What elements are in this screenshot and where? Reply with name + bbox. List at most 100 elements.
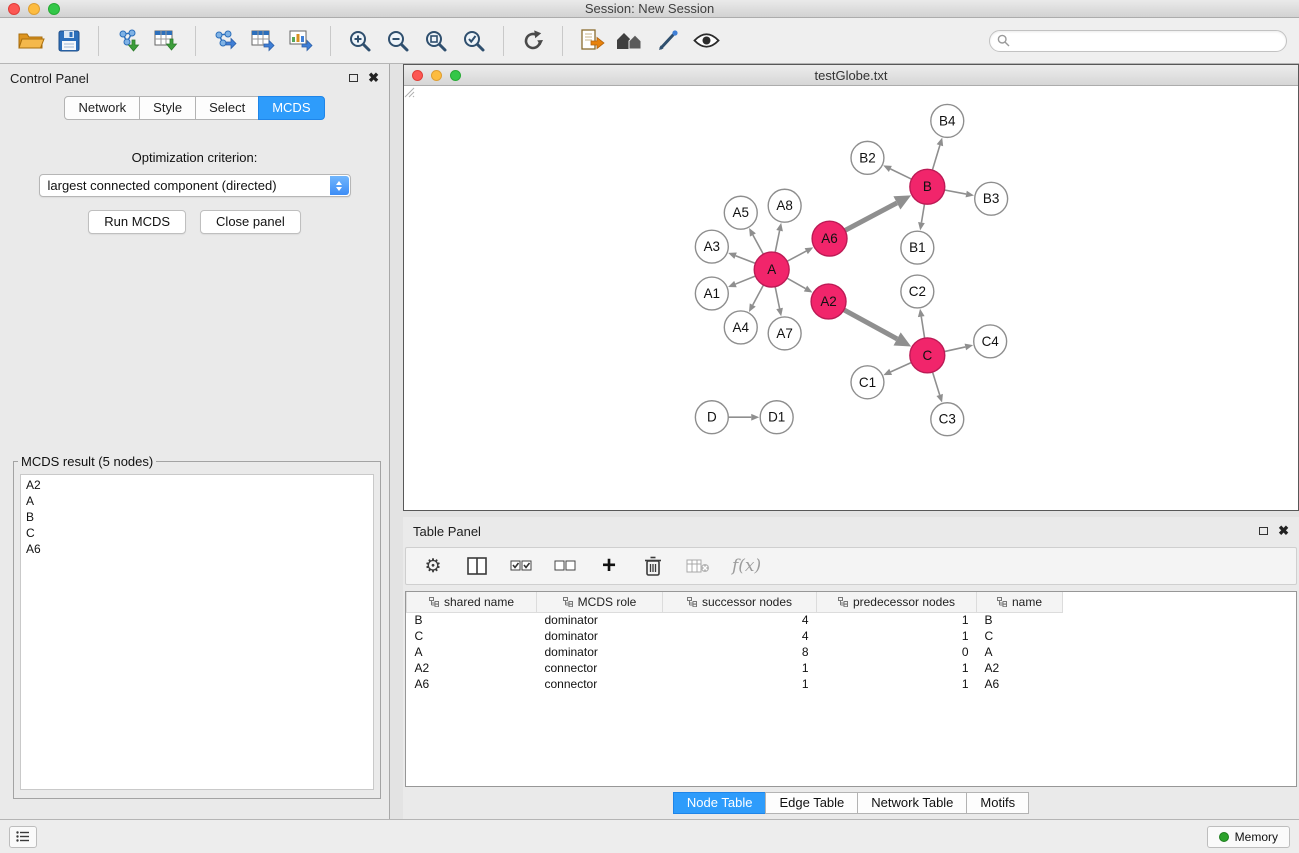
table-row[interactable]: Adominator 80 A bbox=[407, 644, 1063, 660]
tab-network-table[interactable]: Network Table bbox=[857, 792, 967, 814]
column-header-mcds-role[interactable]: MCDS role bbox=[537, 592, 663, 612]
optimization-criterion-dropdown[interactable]: largest connected component (directed) bbox=[39, 174, 351, 197]
tab-motifs[interactable]: Motifs bbox=[966, 792, 1029, 814]
show-hide-button[interactable] bbox=[687, 22, 725, 60]
toolbar-separator bbox=[330, 26, 331, 56]
refresh-icon bbox=[521, 29, 545, 53]
dropdown-selected-value: largest connected component (directed) bbox=[48, 178, 277, 193]
memory-status-icon bbox=[1219, 832, 1229, 842]
function-builder-button[interactable]: f(x) bbox=[732, 556, 761, 576]
table-settings-button[interactable]: ⚙ bbox=[422, 557, 444, 576]
delete-table-icon bbox=[686, 558, 710, 574]
zoom-out-button[interactable] bbox=[379, 22, 417, 60]
tab-network[interactable]: Network bbox=[64, 96, 140, 120]
show-columns-button[interactable] bbox=[466, 557, 488, 575]
zoom-fit-button[interactable] bbox=[417, 22, 455, 60]
column-type-icon bbox=[997, 597, 1007, 607]
zoom-window-button[interactable] bbox=[48, 3, 60, 15]
gear-icon: ⚙ bbox=[424, 557, 441, 576]
import-network-button[interactable] bbox=[109, 22, 147, 60]
float-table-panel-icon[interactable] bbox=[1259, 527, 1268, 535]
list-item[interactable]: A bbox=[26, 493, 368, 509]
table-row[interactable]: A2connector 11 A2 bbox=[407, 660, 1063, 676]
zoom-selected-icon bbox=[462, 29, 486, 53]
zoom-out-icon bbox=[386, 29, 410, 53]
close-panel-icon[interactable]: ✖ bbox=[368, 70, 379, 86]
zoom-in-icon bbox=[348, 29, 372, 53]
search-field[interactable] bbox=[989, 30, 1287, 52]
save-session-button[interactable] bbox=[50, 22, 88, 60]
select-all-button[interactable] bbox=[510, 559, 532, 573]
tab-select[interactable]: Select bbox=[195, 96, 259, 120]
tab-mcds[interactable]: MCDS bbox=[258, 96, 324, 120]
column-header-name[interactable]: name bbox=[977, 592, 1063, 612]
annotation-pen-button[interactable] bbox=[649, 22, 687, 60]
tab-node-table[interactable]: Node Table bbox=[673, 792, 767, 814]
control-panel-title: Control Panel bbox=[10, 71, 89, 86]
list-item[interactable]: A6 bbox=[26, 541, 368, 557]
table-row[interactable]: Bdominator 41 B bbox=[407, 612, 1063, 628]
search-icon bbox=[997, 34, 1010, 47]
delete-table-button[interactable] bbox=[686, 558, 710, 574]
table-toolbar: ⚙ bbox=[405, 547, 1297, 585]
minimize-window-button[interactable] bbox=[28, 3, 40, 15]
column-header-predecessor-nodes[interactable]: predecessor nodes bbox=[817, 592, 977, 612]
zoom-selected-button[interactable] bbox=[455, 22, 493, 60]
network-canvas[interactable]: B4B2BB3A5A8A6B1A3AC2A1A2A4A7C4CC1C3DD1 bbox=[404, 87, 1298, 510]
column-header-successor-nodes[interactable]: successor nodes bbox=[663, 592, 817, 612]
resize-grip[interactable] bbox=[403, 86, 1297, 509]
new-network-from-selection-button[interactable] bbox=[573, 22, 611, 60]
control-panel: Control Panel ✖ Network Style Select MCD… bbox=[0, 64, 390, 819]
open-session-button[interactable] bbox=[12, 22, 50, 60]
main-toolbar bbox=[0, 18, 1299, 64]
zoom-network-button[interactable] bbox=[450, 70, 461, 81]
network-view-window: testGlobe.txt B4B2BB3A5A8A6B1A3AC2A1A2A4… bbox=[403, 64, 1299, 511]
task-history-button[interactable] bbox=[9, 826, 37, 848]
import-table-icon bbox=[153, 28, 180, 53]
close-table-panel-icon[interactable]: ✖ bbox=[1278, 523, 1289, 539]
search-input[interactable] bbox=[1014, 34, 1279, 48]
minimize-network-button[interactable] bbox=[431, 70, 442, 81]
fx-icon: f(x) bbox=[732, 556, 761, 576]
list-item[interactable]: A2 bbox=[26, 477, 368, 493]
zoom-fit-icon bbox=[424, 29, 448, 53]
tab-edge-table[interactable]: Edge Table bbox=[765, 792, 858, 814]
mcds-result-list[interactable]: A2 A B C A6 bbox=[20, 474, 374, 790]
close-network-button[interactable] bbox=[412, 70, 423, 81]
main-area: Control Panel ✖ Network Style Select MCD… bbox=[0, 64, 1299, 819]
show-all-networks-button[interactable] bbox=[611, 22, 649, 60]
tab-style[interactable]: Style bbox=[139, 96, 196, 120]
column-header-shared-name[interactable]: shared name bbox=[407, 592, 537, 612]
export-image-button[interactable] bbox=[282, 22, 320, 60]
delete-column-button[interactable] bbox=[642, 556, 664, 576]
mcds-result-title: MCDS result (5 nodes) bbox=[18, 454, 156, 469]
close-panel-button[interactable]: Close panel bbox=[200, 210, 301, 234]
optimization-criterion-label: Optimization criterion: bbox=[0, 150, 389, 165]
zoom-in-button[interactable] bbox=[341, 22, 379, 60]
export-table-button[interactable] bbox=[244, 22, 282, 60]
list-item[interactable]: C bbox=[26, 525, 368, 541]
window-title: Session: New Session bbox=[0, 1, 1299, 16]
export-network-button[interactable] bbox=[206, 22, 244, 60]
deselect-all-icon bbox=[554, 559, 576, 573]
export-network-icon bbox=[212, 28, 239, 53]
document-arrow-icon bbox=[579, 28, 606, 53]
add-column-button[interactable]: + bbox=[598, 554, 620, 578]
memory-label: Memory bbox=[1235, 830, 1278, 844]
table-row[interactable]: A6connector 11 A6 bbox=[407, 676, 1063, 692]
apply-layout-button[interactable] bbox=[514, 22, 552, 60]
close-window-button[interactable] bbox=[8, 3, 20, 15]
float-panel-icon[interactable] bbox=[349, 74, 358, 82]
table-panel-title: Table Panel bbox=[413, 524, 481, 539]
list-item[interactable]: B bbox=[26, 509, 368, 525]
export-table-icon bbox=[250, 28, 277, 53]
table-row[interactable]: Cdominator 41 C bbox=[407, 628, 1063, 644]
table-panel-tabs: Node Table Edge Table Network Table Moti… bbox=[403, 787, 1299, 819]
deselect-all-button[interactable] bbox=[554, 559, 576, 573]
import-table-button[interactable] bbox=[147, 22, 185, 60]
toolbar-separator bbox=[503, 26, 504, 56]
run-mcds-button[interactable]: Run MCDS bbox=[88, 210, 186, 234]
mcds-result-group: MCDS result (5 nodes) A2 A B C A6 bbox=[13, 454, 381, 799]
memory-button[interactable]: Memory bbox=[1207, 826, 1290, 848]
column-type-icon bbox=[563, 597, 573, 607]
